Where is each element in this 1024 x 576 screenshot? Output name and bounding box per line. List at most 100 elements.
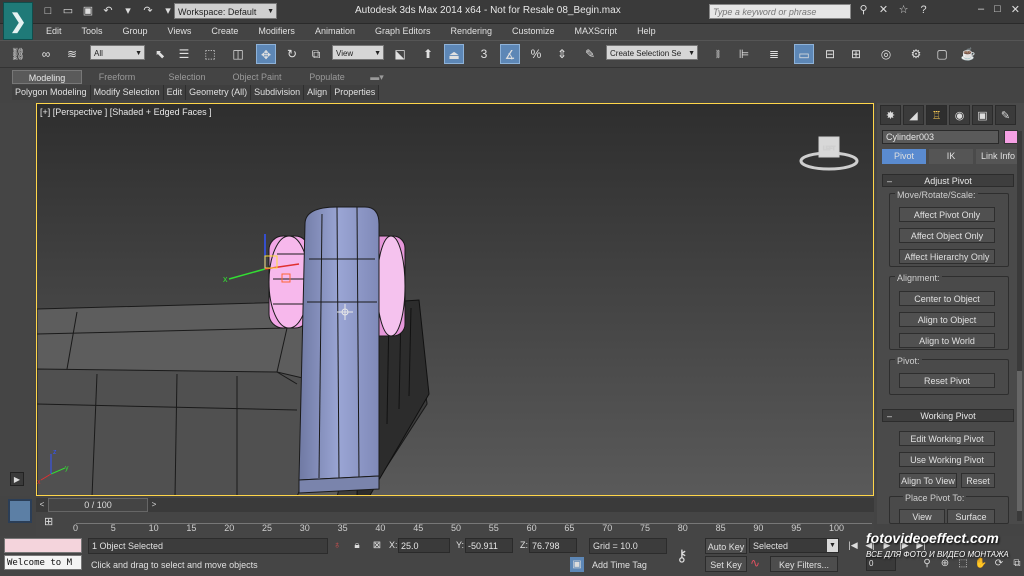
- tab-modeling[interactable]: Modeling: [12, 70, 82, 84]
- tab-link-info[interactable]: Link Info: [976, 149, 1020, 164]
- object-name-field[interactable]: Cylinder003: [882, 130, 999, 144]
- binoculars-icon[interactable]: ⚲: [856, 3, 871, 18]
- y-coordinate-input[interactable]: -50.911: [465, 538, 513, 553]
- curve-editor-icon[interactable]: ⊟: [820, 44, 840, 64]
- workspace-dropdown[interactable]: Workspace: Default ▼: [174, 3, 277, 19]
- redo-icon[interactable]: ↷: [140, 4, 156, 18]
- place-pivot-view-button[interactable]: View: [899, 509, 945, 524]
- menu-views[interactable]: Views: [158, 23, 202, 39]
- tools-icon[interactable]: ✕: [876, 3, 891, 18]
- select-manipulate-icon[interactable]: ⬆: [418, 44, 438, 64]
- isolate-selection-icon[interactable]: ♁: [330, 538, 344, 553]
- hierarchy-icon[interactable]: ♖: [926, 105, 947, 125]
- spinner-snap-icon[interactable]: ⇕: [552, 44, 572, 64]
- auto-key-button[interactable]: Auto Key: [705, 538, 747, 554]
- window-crossing-icon[interactable]: ◫: [228, 44, 248, 64]
- render-setup-icon[interactable]: ⚙: [906, 44, 926, 64]
- scrollbar-thumb[interactable]: [1017, 371, 1022, 511]
- tab-ik[interactable]: IK: [929, 149, 973, 164]
- edit-working-pivot-button[interactable]: Edit Working Pivot: [899, 431, 995, 446]
- help-icon[interactable]: ?: [916, 3, 931, 18]
- close-icon[interactable]: ✕: [1011, 3, 1020, 16]
- absolute-mode-icon[interactable]: ⊠: [370, 538, 384, 553]
- motion-icon[interactable]: ◉: [949, 105, 970, 125]
- menu-edit[interactable]: Edit: [36, 23, 72, 39]
- align-icon[interactable]: ⊫: [734, 44, 754, 64]
- panel-modify-selection[interactable]: Modify Selection: [91, 85, 164, 100]
- go-to-start-icon[interactable]: |◀: [846, 538, 860, 553]
- menu-create[interactable]: Create: [201, 23, 248, 39]
- app-menu-button[interactable]: ❯: [3, 2, 33, 40]
- menu-help[interactable]: Help: [627, 23, 666, 39]
- tab-pivot[interactable]: Pivot: [882, 149, 926, 164]
- ribbon-options-icon[interactable]: ▬▾: [362, 70, 392, 84]
- selection-lock-icon[interactable]: 🔒︎: [350, 538, 364, 553]
- align-to-object-button[interactable]: Align to Object: [899, 312, 995, 327]
- place-pivot-surface-button[interactable]: Surface: [947, 509, 995, 524]
- key-icon[interactable]: ⚷: [676, 546, 688, 566]
- display-icon[interactable]: ▣: [972, 105, 993, 125]
- select-and-rotate-icon[interactable]: ↻: [282, 44, 302, 64]
- maximize-viewport-icon[interactable]: ⧉: [1010, 556, 1024, 571]
- reset-pivot-button[interactable]: Reset Pivot: [899, 373, 995, 388]
- mirror-icon[interactable]: ⧚: [708, 44, 728, 64]
- maxscript-listener-input[interactable]: [4, 538, 82, 553]
- rendered-frame-window-icon[interactable]: ▢: [932, 44, 952, 64]
- use-working-pivot-button[interactable]: Use Working Pivot: [899, 452, 995, 467]
- key-selection-dropdown[interactable]: Selected ▼: [749, 538, 839, 553]
- expand-arrow-icon[interactable]: ▶: [10, 472, 24, 486]
- center-to-object-button[interactable]: Center to Object: [899, 291, 995, 306]
- panel-polygon-modeling[interactable]: Polygon Modeling: [12, 85, 91, 100]
- pivot-center-icon[interactable]: ⬕: [390, 44, 410, 64]
- schematic-view-icon[interactable]: ⊞: [846, 44, 866, 64]
- select-object-icon[interactable]: ⬉: [150, 44, 170, 64]
- viewport-label[interactable]: [+] [Perspective ] [Shaded + Edged Faces…: [40, 107, 212, 117]
- tab-populate[interactable]: Populate: [292, 70, 362, 84]
- save-icon[interactable]: ▣: [80, 4, 96, 18]
- time-tag-icon[interactable]: ▣: [570, 557, 584, 572]
- time-slider-thumb[interactable]: 0 / 100: [48, 498, 148, 512]
- track-bar-toggle-icon[interactable]: ⊞: [44, 515, 53, 528]
- graphite-tools-icon[interactable]: ▭: [794, 44, 814, 64]
- panel-geometry-all[interactable]: Geometry (All): [186, 85, 252, 100]
- restore-icon[interactable]: □: [994, 3, 1001, 16]
- layer-manager-icon[interactable]: ≣: [764, 44, 784, 64]
- select-and-scale-icon[interactable]: ⧉: [306, 44, 326, 64]
- open-icon[interactable]: ▭: [60, 4, 76, 18]
- mini-listener-icon[interactable]: [8, 499, 32, 523]
- star-icon[interactable]: ☆: [896, 3, 911, 18]
- utilities-icon[interactable]: ✎: [995, 105, 1016, 125]
- select-and-move-icon[interactable]: ✥: [256, 44, 276, 64]
- current-frame-input[interactable]: 0: [866, 557, 896, 571]
- new-icon[interactable]: □: [40, 4, 56, 18]
- adjust-pivot-rollout[interactable]: – Adjust Pivot: [882, 174, 1014, 187]
- z-coordinate-input[interactable]: 76.798: [529, 538, 577, 553]
- rectangular-selection-icon[interactable]: ⬚: [200, 44, 220, 64]
- time-slider[interactable]: < 0 / 100 >: [36, 498, 874, 512]
- add-time-tag[interactable]: Add Time Tag: [589, 557, 667, 573]
- panel-subdivision[interactable]: Subdivision: [251, 85, 305, 100]
- angle-snap-icon[interactable]: ∡: [500, 44, 520, 64]
- named-selection-dropdown[interactable]: Create Selection Se ▼: [606, 45, 698, 60]
- working-pivot-reset-button[interactable]: Reset: [961, 473, 995, 488]
- select-and-link-icon[interactable]: ⛓: [8, 44, 28, 64]
- percent-snap-icon[interactable]: %: [526, 44, 546, 64]
- perspective-viewport[interactable]: [+] [Perspective ] [Shaded + Edged Faces…: [36, 103, 874, 496]
- command-panel-scrollbar[interactable]: [1017, 131, 1022, 521]
- menu-maxscript[interactable]: MAXScript: [565, 23, 628, 39]
- affect-hierarchy-only-button[interactable]: Affect Hierarchy Only: [899, 249, 995, 264]
- tab-selection[interactable]: Selection: [152, 70, 222, 84]
- affect-pivot-only-button[interactable]: Affect Pivot Only: [899, 207, 995, 222]
- key-mode-curve-icon[interactable]: ∿: [750, 556, 760, 570]
- affect-object-only-button[interactable]: Affect Object Only: [899, 228, 995, 243]
- menu-group[interactable]: Group: [113, 23, 158, 39]
- panel-properties[interactable]: Properties: [331, 85, 380, 100]
- selection-filter-dropdown[interactable]: All ▼: [90, 45, 145, 60]
- panel-align[interactable]: Align: [304, 85, 332, 100]
- time-prev-icon[interactable]: <: [36, 498, 48, 512]
- select-by-name-icon[interactable]: ☰: [174, 44, 194, 64]
- edit-named-selection-icon[interactable]: ✎: [580, 44, 600, 64]
- undo-dropdown-icon[interactable]: ▾: [120, 4, 136, 18]
- modify-icon[interactable]: ◢: [903, 105, 924, 125]
- tab-object-paint[interactable]: Object Paint: [222, 70, 292, 84]
